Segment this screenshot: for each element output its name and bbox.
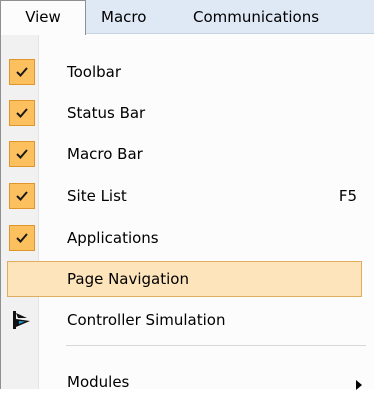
menu-item-macro-bar[interactable]: Macro Bar bbox=[1, 134, 374, 174]
menu-item-label: Toolbar bbox=[67, 63, 122, 81]
checkmark-icon bbox=[9, 183, 35, 209]
menu-separator bbox=[66, 345, 366, 346]
menu-item-label: Controller Simulation bbox=[67, 311, 226, 329]
menu-item-label: Modules bbox=[67, 373, 130, 391]
menu-item-toolbar[interactable]: Toolbar bbox=[1, 52, 374, 92]
menu-bar: View Macro Communications bbox=[0, 0, 374, 35]
menu-item-label: Page Navigation bbox=[67, 270, 189, 288]
menu-item-label: Macro Bar bbox=[67, 145, 143, 163]
menu-item-site-list[interactable]: Site List F5 bbox=[1, 176, 374, 216]
menu-item-label: Site List bbox=[67, 187, 127, 205]
menu-item-applications[interactable]: Applications bbox=[1, 218, 374, 258]
menu-view[interactable]: View bbox=[0, 0, 86, 35]
menu-item-page-navigation[interactable]: Page Navigation bbox=[1, 259, 374, 299]
menu-item-status-bar[interactable]: Status Bar bbox=[1, 93, 374, 133]
checkmark-icon bbox=[9, 141, 35, 167]
shortcut-label: F5 bbox=[338, 187, 357, 205]
submenu-arrow-icon bbox=[356, 376, 362, 394]
menu-item-controller-simulation[interactable]: Controller Simulation bbox=[1, 300, 374, 340]
menu-communications[interactable]: Communications bbox=[193, 0, 319, 34]
checkmark-icon bbox=[9, 59, 35, 85]
menu-item-label: Applications bbox=[67, 229, 159, 247]
menu-macro[interactable]: Macro bbox=[101, 0, 146, 34]
checkmark-icon bbox=[9, 100, 35, 126]
checkmark-icon bbox=[9, 225, 35, 251]
menu-item-label: Status Bar bbox=[67, 104, 146, 122]
controller-simulation-icon bbox=[12, 310, 32, 330]
menu-item-modules[interactable]: Modules bbox=[1, 362, 374, 402]
